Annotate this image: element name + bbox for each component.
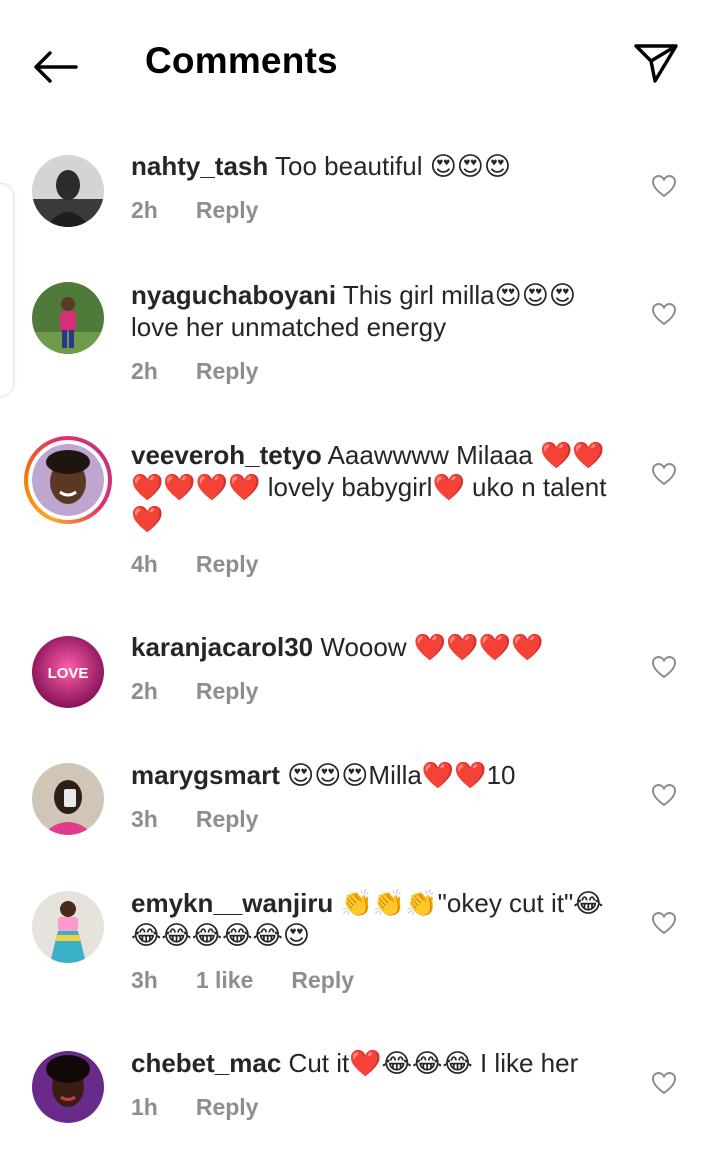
reply-button[interactable]: Reply [196,678,259,704]
comment-username[interactable]: emykn__wanjiru [131,888,333,918]
comment-meta: 2h Reply [131,197,296,224]
comment-username[interactable]: marygsmart [131,760,280,790]
comment-body: nahty_tash Too beautiful 😍😍😍 [131,150,621,182]
comment-body: marygsmart 😍😍😍Milla❤️❤️10 [131,759,621,791]
heart-outline-icon [651,783,677,807]
comment-time: 1h [131,1094,158,1120]
avatar [32,444,104,516]
comment-body: nyaguchaboyani This girl milla😍😍😍 love h… [131,279,621,343]
comment-meta: 2h Reply [131,358,296,385]
comment-time: 2h [131,197,158,223]
comment-username[interactable]: veeveroh_tetyo [131,440,322,470]
comment-text: 😍😍😍Milla❤️❤️10 [287,760,516,790]
reply-button[interactable]: Reply [196,197,259,223]
heart-outline-icon [651,174,677,198]
avatar[interactable] [32,1051,104,1123]
comment-meta: 3h 1 like Reply [131,967,392,994]
like-button[interactable] [648,779,680,811]
comment-time: 4h [131,551,158,577]
share-button[interactable] [628,38,684,88]
side-panel-edge[interactable] [0,183,14,397]
avatar-story-ring[interactable] [24,436,112,524]
comments-screen: Comments nahty_tash Too beautiful 😍😍😍 2h… [0,0,720,1157]
like-button[interactable] [648,170,680,202]
header: Comments [0,0,720,130]
avatar[interactable] [32,155,104,227]
heart-outline-icon [651,462,677,486]
comment-time: 2h [131,358,158,384]
back-button[interactable] [26,44,86,90]
like-button[interactable] [648,458,680,490]
arrow-left-icon [34,51,78,83]
avatar[interactable] [32,891,104,963]
comment-body: chebet_mac Cut it❤️😂😂😂 I like her [131,1047,621,1079]
comment-body: karanjacarol30 Wooow ❤️❤️❤️❤️ [131,631,621,663]
reply-button[interactable]: Reply [196,806,259,832]
reply-button[interactable]: Reply [291,967,354,993]
comment-time: 3h [131,806,158,832]
heart-outline-icon [651,655,677,679]
comment-time: 2h [131,678,158,704]
comment-time: 3h [131,967,158,993]
heart-outline-icon [651,911,677,935]
avatar[interactable]: LOVE [32,636,104,708]
comment-meta: 1h Reply [131,1094,296,1121]
like-button[interactable] [648,1067,680,1099]
comment-username[interactable]: chebet_mac [131,1048,281,1078]
reply-button[interactable]: Reply [196,1094,259,1120]
like-button[interactable] [648,298,680,330]
paper-plane-icon [634,44,678,83]
comment-body: veeveroh_tetyo Aaawwww Milaaa ❤️❤️❤️❤️❤️… [131,439,621,535]
like-button[interactable] [648,651,680,683]
comment-username[interactable]: nyaguchaboyani [131,280,336,310]
heart-outline-icon [651,302,677,326]
comment-text: Too beautiful 😍😍😍 [275,151,512,181]
reply-button[interactable]: Reply [196,551,259,577]
comment-meta: 2h Reply [131,678,296,705]
avatar-badge-text: LOVE [48,665,89,682]
like-button[interactable] [648,907,680,939]
avatar[interactable] [32,282,104,354]
reply-button[interactable]: Reply [196,358,259,384]
avatar[interactable] [32,763,104,835]
comment-text: Cut it❤️😂😂😂 I like her [288,1048,579,1078]
page-title: Comments [145,40,338,81]
heart-outline-icon [651,1071,677,1095]
likes-count[interactable]: 1 like [196,967,254,993]
comment-meta: 3h Reply [131,806,296,833]
comment-username[interactable]: nahty_tash [131,151,268,181]
comment-text: Wooow ❤️❤️❤️❤️ [320,632,544,662]
comment-body: emykn__wanjiru 👏👏👏"okey cut it"😂😂😂😂😂😂😍 [131,887,621,951]
comment-meta: 4h Reply [131,551,296,578]
comment-username[interactable]: karanjacarol30 [131,632,313,662]
